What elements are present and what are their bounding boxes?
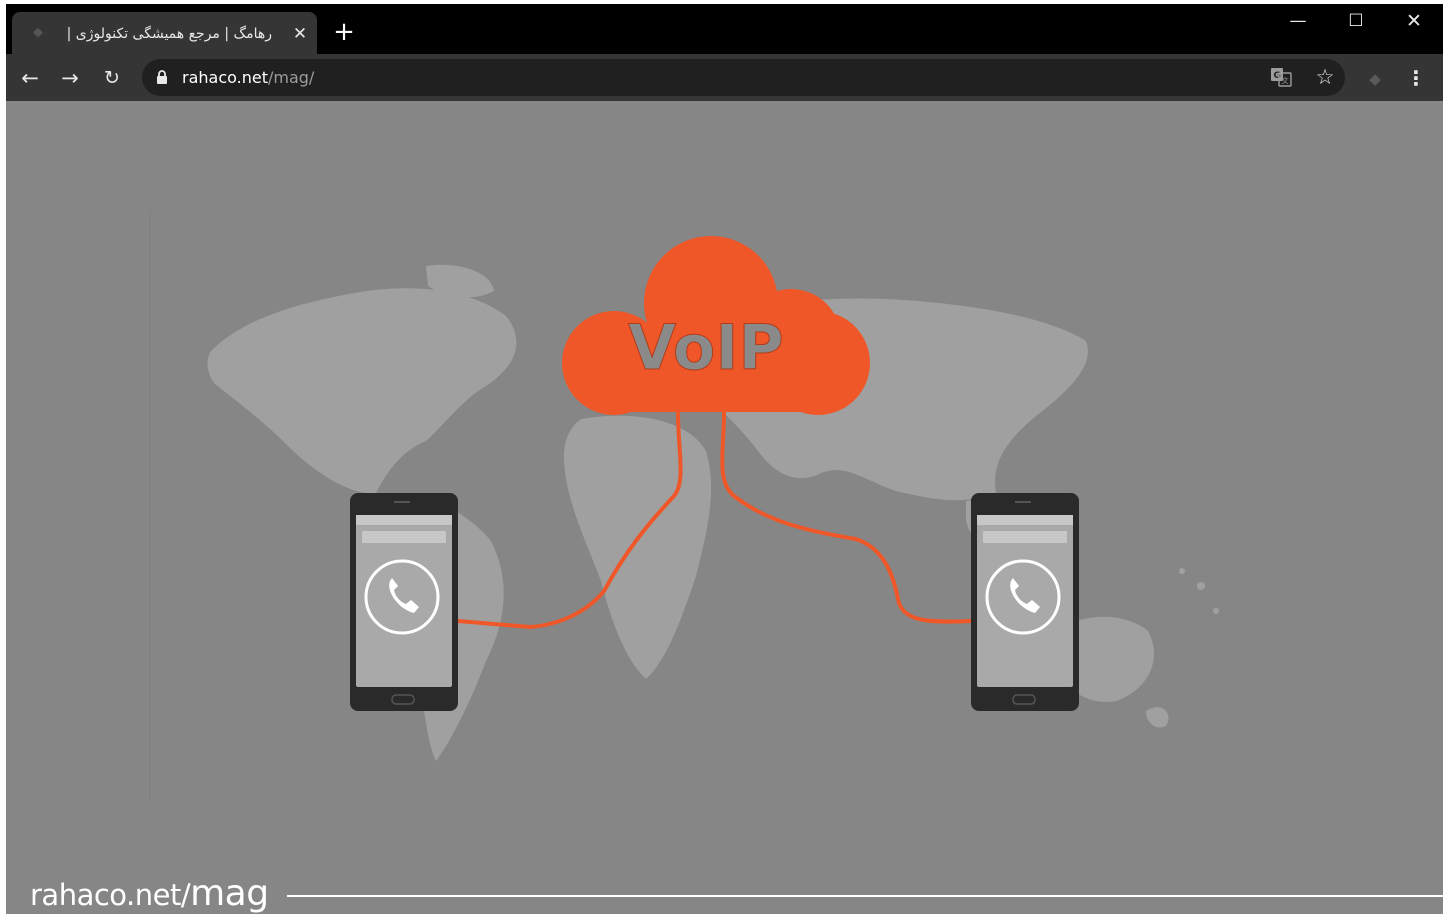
reload-icon[interactable]: ↻ xyxy=(98,64,126,92)
arrow-left-icon[interactable]: ← xyxy=(16,64,44,92)
close-icon[interactable]: ✕ xyxy=(289,23,311,45)
window-close-button[interactable]: ✕ xyxy=(1391,6,1437,36)
url-host: rahaco.net xyxy=(182,68,268,87)
watermark-host: rahaco.net/ xyxy=(30,878,191,912)
address-bar[interactable]: rahaco.net/mag/ G 文 ☆ xyxy=(142,59,1345,96)
minimize-button[interactable]: — xyxy=(1275,6,1321,36)
translate-icon[interactable]: G 文 xyxy=(1270,67,1292,87)
url-path: /mag/ xyxy=(267,68,315,87)
plus-icon[interactable]: + xyxy=(331,19,357,46)
svg-text:文: 文 xyxy=(1282,76,1289,85)
kebab-menu-icon[interactable]: ⋮ xyxy=(1404,66,1428,90)
browser-window: ◆ رهامگ | مرجع همیشگی تکنولوژی | ✕ + — ☐… xyxy=(6,4,1443,914)
url-text[interactable]: rahaco.net/mag/ xyxy=(182,66,314,90)
phone-left xyxy=(350,493,458,711)
voip-illustration: VoIP xyxy=(149,211,1219,801)
watermark-path: mag xyxy=(190,873,269,914)
watermark-rule xyxy=(287,895,1443,897)
cloud-label: VoIP xyxy=(628,311,784,384)
phone-right xyxy=(971,493,1079,711)
site-logo-icon: ◆ xyxy=(33,25,43,40)
arrow-right-icon[interactable]: → xyxy=(56,64,84,92)
tab-rahamag[interactable]: ◆ رهامگ | مرجع همیشگی تکنولوژی | ✕ xyxy=(12,12,317,54)
page-content: VoIP rahaco.net/mag xyxy=(6,101,1443,914)
maximize-button[interactable]: ☐ xyxy=(1333,6,1379,36)
tab-strip: ◆ رهامگ | مرجع همیشگی تکنولوژی | ✕ + — ☐… xyxy=(6,4,1443,54)
tab-title: رهامگ | مرجع همیشگی تکنولوژی | xyxy=(66,26,272,42)
browser-toolbar: ← → ↻ rahaco.net/mag/ G 文 ☆ ◆ ⋮ xyxy=(6,54,1443,101)
star-icon[interactable]: ☆ xyxy=(1312,64,1338,90)
site-watermark: rahaco.net/mag xyxy=(30,874,269,914)
lock-icon[interactable] xyxy=(156,70,168,84)
extension-icon[interactable]: ◆ xyxy=(1364,68,1386,90)
